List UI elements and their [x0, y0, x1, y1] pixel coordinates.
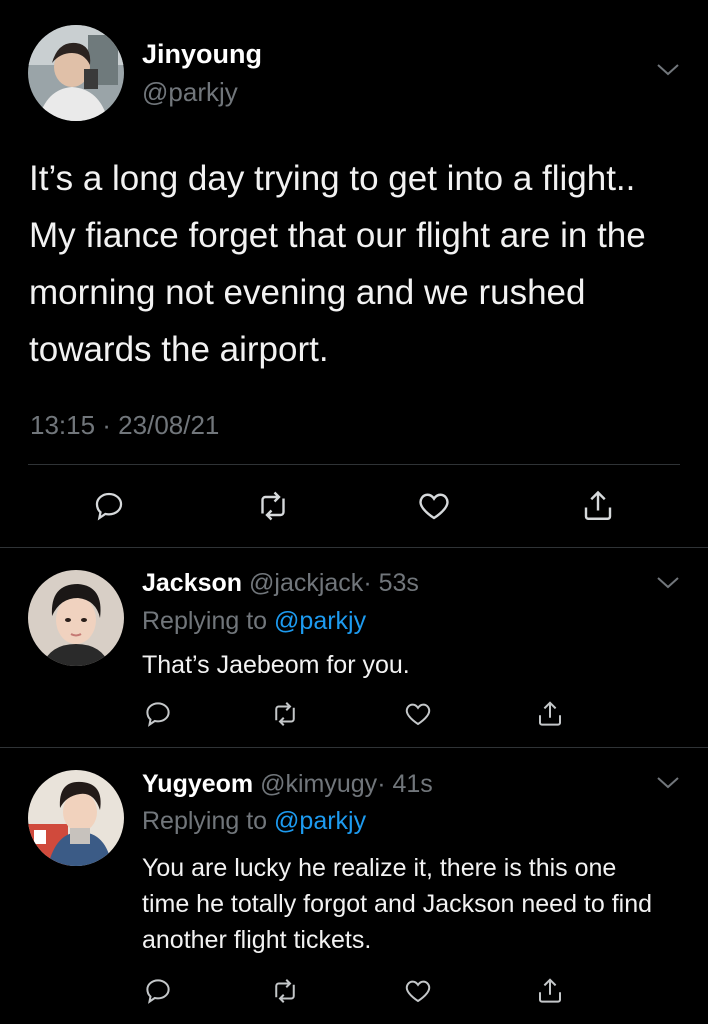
retweet-icon — [275, 979, 295, 1003]
heart-icon — [405, 980, 431, 1003]
reply-icon — [146, 702, 170, 727]
share-icon — [584, 490, 612, 520]
reply-button[interactable] — [138, 971, 178, 1011]
replying-to: Replying to @parkjy — [142, 807, 366, 836]
chevron-down-icon[interactable] — [656, 62, 680, 78]
retweet-button[interactable] — [265, 694, 305, 734]
share-button[interactable] — [530, 694, 570, 734]
reply-handle[interactable]: @jackjack — [249, 569, 363, 597]
replying-to: Replying to @parkjy — [142, 607, 366, 636]
share-button[interactable] — [530, 971, 570, 1011]
divider — [0, 547, 708, 548]
reply-header: Yugyeom @kimyugy· 41s — [142, 770, 433, 799]
like-button[interactable] — [398, 971, 438, 1011]
reply-icon — [146, 979, 170, 1004]
reply-text: That’s Jaebeom for you. — [142, 651, 410, 679]
replying-prefix: Replying to — [142, 607, 268, 635]
reply-display-name[interactable]: Yugyeom — [142, 770, 253, 798]
share-icon — [539, 978, 561, 1003]
heart-icon — [405, 703, 431, 726]
reply-text: You are lucky he realize it, there is th… — [142, 854, 653, 954]
reply-icon — [95, 492, 123, 521]
reply-button[interactable] — [138, 694, 178, 734]
retweet-button[interactable] — [265, 971, 305, 1011]
retweet-icon — [261, 491, 285, 521]
reply-time[interactable]: · 53s — [363, 569, 419, 597]
author-display-name[interactable]: Jinyoung — [142, 39, 262, 70]
chevron-down-icon[interactable] — [656, 775, 680, 791]
retweet-button[interactable] — [253, 486, 293, 526]
author-handle[interactable]: @parkjy — [142, 77, 238, 108]
avatar-yugyeom[interactable] — [28, 770, 124, 866]
reply-header: Jackson @jackjack· 53s — [142, 569, 419, 598]
divider — [28, 464, 680, 465]
tweet-timestamp[interactable]: 13:15 · 23/08/21 — [30, 410, 219, 441]
reply-time[interactable]: · 41s — [377, 770, 433, 798]
replying-to-link[interactable]: @parkjy — [274, 807, 366, 835]
reply-button[interactable] — [89, 486, 129, 526]
chevron-down-icon[interactable] — [656, 575, 680, 591]
reply-display-name[interactable]: Jackson — [142, 569, 242, 597]
avatar-jinyoung[interactable] — [28, 25, 124, 121]
reply-handle[interactable]: @kimyugy — [260, 770, 377, 798]
divider — [0, 747, 708, 748]
share-button[interactable] — [578, 486, 618, 526]
like-button[interactable] — [414, 486, 454, 526]
tweet-text: It’s a long day trying to get into a fli… — [29, 159, 646, 369]
replying-prefix: Replying to — [142, 807, 268, 835]
avatar-jackson[interactable] — [28, 570, 124, 666]
heart-icon — [419, 493, 449, 520]
replying-to-link[interactable]: @parkjy — [274, 607, 366, 635]
retweet-icon — [275, 702, 295, 726]
like-button[interactable] — [398, 694, 438, 734]
share-icon — [539, 701, 561, 726]
